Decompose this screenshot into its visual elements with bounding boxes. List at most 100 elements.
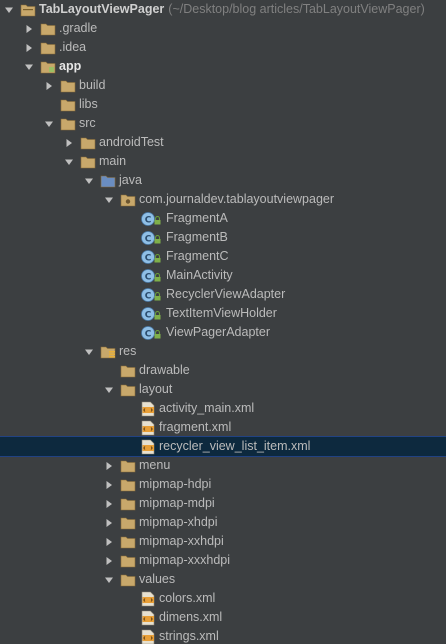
tree-node-row[interactable]: layout: [0, 380, 446, 399]
tree-node-label: FragmentA: [166, 211, 228, 225]
collapse-arrow-right-icon[interactable]: [104, 513, 114, 532]
tree-node-row[interactable]: app: [0, 57, 446, 76]
collapse-arrow-right-icon[interactable]: [104, 494, 114, 513]
folder-icon: [80, 154, 96, 170]
folder-icon: [120, 534, 136, 550]
collapse-arrow-right-icon[interactable]: [44, 76, 54, 95]
tree-node-row[interactable]: C RecyclerViewAdapter: [0, 285, 446, 304]
svg-text:C: C: [145, 329, 152, 339]
tree-node-row[interactable]: mipmap-xxxhdpi: [0, 551, 446, 570]
tree-node-row[interactable]: C FragmentC: [0, 247, 446, 266]
expand-arrow-down-icon[interactable]: [84, 171, 94, 190]
tree-node-label: androidTest: [99, 135, 164, 149]
expand-arrow-down-icon[interactable]: [24, 57, 34, 76]
folder-icon: [60, 78, 76, 94]
tree-node-row[interactable]: .gradle: [0, 19, 446, 38]
tree-node-label: RecyclerViewAdapter: [166, 287, 286, 301]
collapse-arrow-right-icon[interactable]: [104, 551, 114, 570]
tree-node-row[interactable]: src: [0, 114, 446, 133]
svg-text:C: C: [145, 310, 152, 320]
tree-node-label: menu: [139, 458, 171, 472]
tree-node-label: .gradle: [59, 21, 98, 35]
tree-node-row[interactable]: dimens.xml: [0, 608, 446, 627]
tree-node-row[interactable]: C ViewPagerAdapter: [0, 323, 446, 342]
svg-text:C: C: [145, 291, 152, 301]
tree-node-row[interactable]: C TextItemViewHolder: [0, 304, 446, 323]
folder-icon: [40, 40, 56, 56]
tree-node-row[interactable]: C MainActivity: [0, 266, 446, 285]
tree-node-label: .idea: [59, 40, 87, 54]
arrow-spacer: [124, 608, 134, 627]
tree-node-row[interactable]: fragment.xml: [0, 418, 446, 437]
tree-node-label: FragmentC: [166, 249, 229, 263]
xml-file-icon: [140, 439, 156, 455]
collapse-arrow-right-icon[interactable]: [104, 532, 114, 551]
tree-node-label: TextItemViewHolder: [166, 306, 277, 320]
arrow-spacer: [124, 247, 134, 266]
arrow-spacer: [44, 95, 54, 114]
xml-file-icon: [140, 591, 156, 607]
tree-node-row[interactable]: main: [0, 152, 446, 171]
folder-icon: [120, 553, 136, 569]
tree-node-label: mipmap-hdpi: [139, 477, 212, 491]
tree-node-label: MainActivity: [166, 268, 233, 282]
tree-node-row[interactable]: C FragmentB: [0, 228, 446, 247]
expand-arrow-down-icon[interactable]: [104, 570, 114, 589]
tree-node-row[interactable]: menu: [0, 456, 446, 475]
tree-node-row[interactable]: mipmap-xhdpi: [0, 513, 446, 532]
arrow-spacer: [124, 437, 134, 456]
arrow-spacer: [124, 228, 134, 247]
folder-icon: [120, 477, 136, 493]
folder-icon: [60, 97, 76, 113]
arrow-spacer: [104, 361, 114, 380]
arrow-spacer: [124, 627, 134, 644]
svg-text:C: C: [145, 272, 152, 282]
tree-node-row[interactable]: colors.xml: [0, 589, 446, 608]
tree-node-row[interactable]: build: [0, 76, 446, 95]
tree-node-row[interactable]: libs: [0, 95, 446, 114]
source-folder-icon: [100, 173, 116, 189]
folder-icon: [120, 458, 136, 474]
expand-arrow-down-icon[interactable]: [4, 0, 14, 19]
tree-node-label: colors.xml: [159, 591, 216, 605]
xml-file-icon: [140, 629, 156, 644]
svg-text:C: C: [145, 234, 152, 244]
tree-node-row[interactable]: androidTest: [0, 133, 446, 152]
collapse-arrow-right-icon[interactable]: [64, 133, 74, 152]
tree-node-label: strings.xml: [159, 629, 219, 643]
expand-arrow-down-icon[interactable]: [44, 114, 54, 133]
collapse-arrow-right-icon[interactable]: [104, 475, 114, 494]
tree-node-label: mipmap-xhdpi: [139, 515, 218, 529]
expand-arrow-down-icon[interactable]: [104, 190, 114, 209]
tree-node-row[interactable]: recycler_view_list_item.xml: [0, 436, 446, 457]
project-tree: TabLayoutViewPager (~/Desktop/blog articl…: [0, 0, 446, 644]
tree-node-row[interactable]: mipmap-xxhdpi: [0, 532, 446, 551]
arrow-spacer: [124, 418, 134, 437]
folder-icon: [120, 515, 136, 531]
tree-node-label: activity_main.xml: [159, 401, 255, 415]
tree-node-row[interactable]: mipmap-hdpi: [0, 475, 446, 494]
tree-node-row[interactable]: drawable: [0, 361, 446, 380]
tree-node-row[interactable]: .idea: [0, 38, 446, 57]
tree-node-row[interactable]: values: [0, 570, 446, 589]
tree-node-row[interactable]: TabLayoutViewPager (~/Desktop/blog articl…: [0, 0, 446, 19]
collapse-arrow-right-icon[interactable]: [104, 456, 114, 475]
module-folder-icon: [40, 59, 56, 75]
arrow-spacer: [124, 589, 134, 608]
collapse-arrow-right-icon[interactable]: [24, 19, 34, 38]
expand-arrow-down-icon[interactable]: [104, 380, 114, 399]
tree-node-row[interactable]: activity_main.xml: [0, 399, 446, 418]
expand-arrow-down-icon[interactable]: [84, 342, 94, 361]
folder-icon: [120, 382, 136, 398]
tree-node-row[interactable]: res: [0, 342, 446, 361]
expand-arrow-down-icon[interactable]: [64, 152, 74, 171]
arrow-spacer: [124, 285, 134, 304]
tree-node-row[interactable]: com.journaldev.tablayoutviewpager: [0, 190, 446, 209]
tree-node-row[interactable]: mipmap-mdpi: [0, 494, 446, 513]
tree-node-row[interactable]: C FragmentA: [0, 209, 446, 228]
tree-node-row[interactable]: java: [0, 171, 446, 190]
arrow-spacer: [124, 304, 134, 323]
tree-node-row[interactable]: strings.xml: [0, 627, 446, 644]
collapse-arrow-right-icon[interactable]: [24, 38, 34, 57]
arrow-spacer: [124, 209, 134, 228]
